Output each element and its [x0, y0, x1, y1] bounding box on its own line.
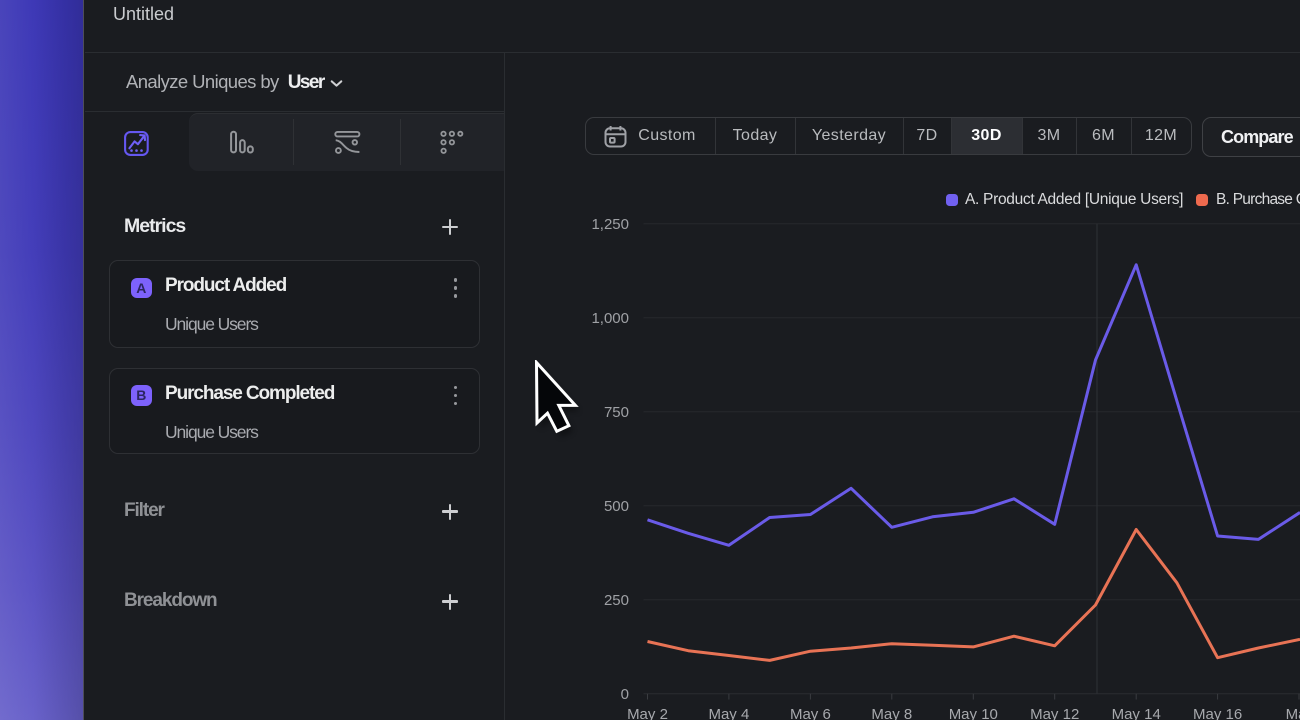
svg-text:250: 250: [604, 592, 629, 609]
svg-text:1,250: 1,250: [591, 216, 629, 233]
svg-text:May 4: May 4: [708, 706, 749, 720]
svg-text:May 10: May 10: [949, 706, 998, 720]
svg-text:May 16: May 16: [1193, 706, 1242, 720]
svg-text:May 14: May 14: [1112, 706, 1161, 720]
svg-text:May 12: May 12: [1030, 706, 1079, 720]
svg-text:May 6: May 6: [790, 706, 831, 720]
svg-text:750: 750: [604, 404, 629, 421]
svg-text:1,000: 1,000: [591, 310, 629, 327]
svg-text:500: 500: [604, 498, 629, 515]
svg-text:Ma: Ma: [1286, 706, 1300, 720]
svg-text:May 8: May 8: [871, 706, 912, 720]
svg-text:0: 0: [621, 686, 629, 703]
svg-text:May 2: May 2: [627, 706, 668, 720]
